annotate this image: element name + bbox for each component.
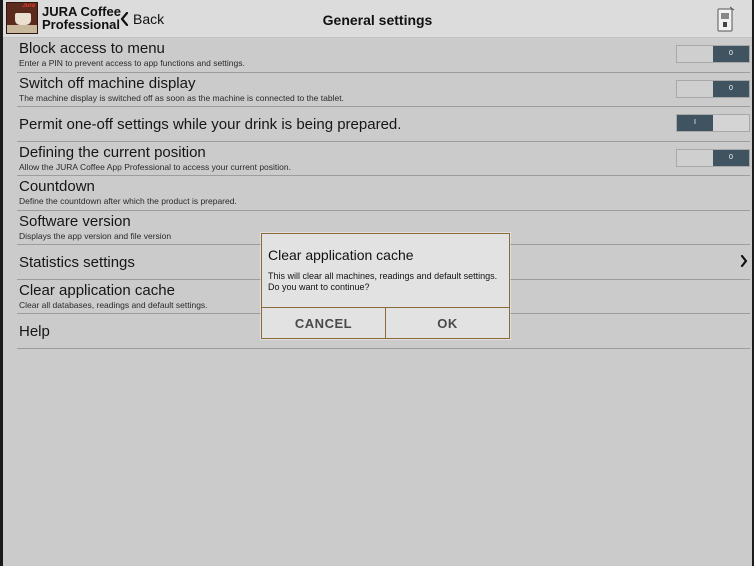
cancel-button[interactable]: CANCEL <box>262 308 386 338</box>
setting-title: Help <box>19 323 50 340</box>
nav-bar: Jura JURA Coffee Professional Back Gener… <box>3 0 752 38</box>
dialog-title: Clear application cache <box>268 247 414 263</box>
clear-cache-dialog: Clear application cache This will clear … <box>261 233 510 339</box>
coffee-cup-icon <box>15 13 31 25</box>
block-access-toggle[interactable]: 0 <box>676 45 750 63</box>
setting-subtitle: Enter a PIN to prevent access to app fun… <box>19 58 245 68</box>
logo-strip <box>7 25 37 33</box>
setting-subtitle: Displays the app version and file versio… <box>19 230 172 241</box>
setting-subtitle: Allow the JURA Coffee App Professional t… <box>19 161 291 172</box>
toggle-knob: 0 <box>713 46 749 62</box>
setting-title: Software version <box>19 212 131 230</box>
dialog-buttons: CANCEL OK <box>262 307 509 338</box>
back-button[interactable]: Back <box>120 9 164 29</box>
setting-title: Defining the current position <box>19 143 206 161</box>
setting-title: Block access to menu <box>19 40 165 57</box>
chevron-right-icon <box>740 255 748 267</box>
setting-row-block-access[interactable]: Block access to menu Enter a PIN to prev… <box>17 38 750 73</box>
setting-row-switch-off-display[interactable]: Switch off machine display The machine d… <box>17 73 750 107</box>
setting-subtitle: Clear all databases, readings and defaul… <box>19 299 208 310</box>
setting-title: Permit one-off settings while your drink… <box>19 116 402 133</box>
dialog-message: This will clear all machines, readings a… <box>268 271 498 292</box>
toggle-knob: 0 <box>713 80 749 97</box>
setting-row-permit-one-off[interactable]: Permit one-off settings while your drink… <box>17 107 750 142</box>
app-name: JURA Coffee Professional <box>42 4 121 32</box>
setting-subtitle: The machine display is switched off as s… <box>19 92 344 103</box>
ok-button[interactable]: OK <box>386 308 509 338</box>
setting-row-countdown[interactable]: Countdown Define the countdown after whi… <box>17 176 750 211</box>
setting-subtitle: Define the countdown after which the pro… <box>19 196 237 206</box>
jura-logo-mark: Jura <box>22 3 35 9</box>
switch-off-display-toggle[interactable]: 0 <box>676 79 750 98</box>
permit-one-off-toggle[interactable]: I <box>676 114 750 132</box>
setting-title: Clear application cache <box>19 281 175 299</box>
setting-title: Statistics settings <box>19 254 135 271</box>
back-label: Back <box>133 11 165 27</box>
coffee-machine-icon[interactable] <box>716 5 736 33</box>
toggle-knob: I <box>677 115 713 131</box>
app-screen: Jura JURA Coffee Professional Back Gener… <box>3 0 752 566</box>
setting-title: Countdown <box>19 178 95 195</box>
setting-title: Switch off machine display <box>19 74 196 92</box>
setting-row-current-position[interactable]: Defining the current position Allow the … <box>17 142 750 176</box>
chevron-left-icon <box>120 12 129 26</box>
app-logo: Jura <box>6 2 38 34</box>
current-position-toggle[interactable]: 0 <box>676 148 750 167</box>
toggle-knob: 0 <box>713 149 749 166</box>
